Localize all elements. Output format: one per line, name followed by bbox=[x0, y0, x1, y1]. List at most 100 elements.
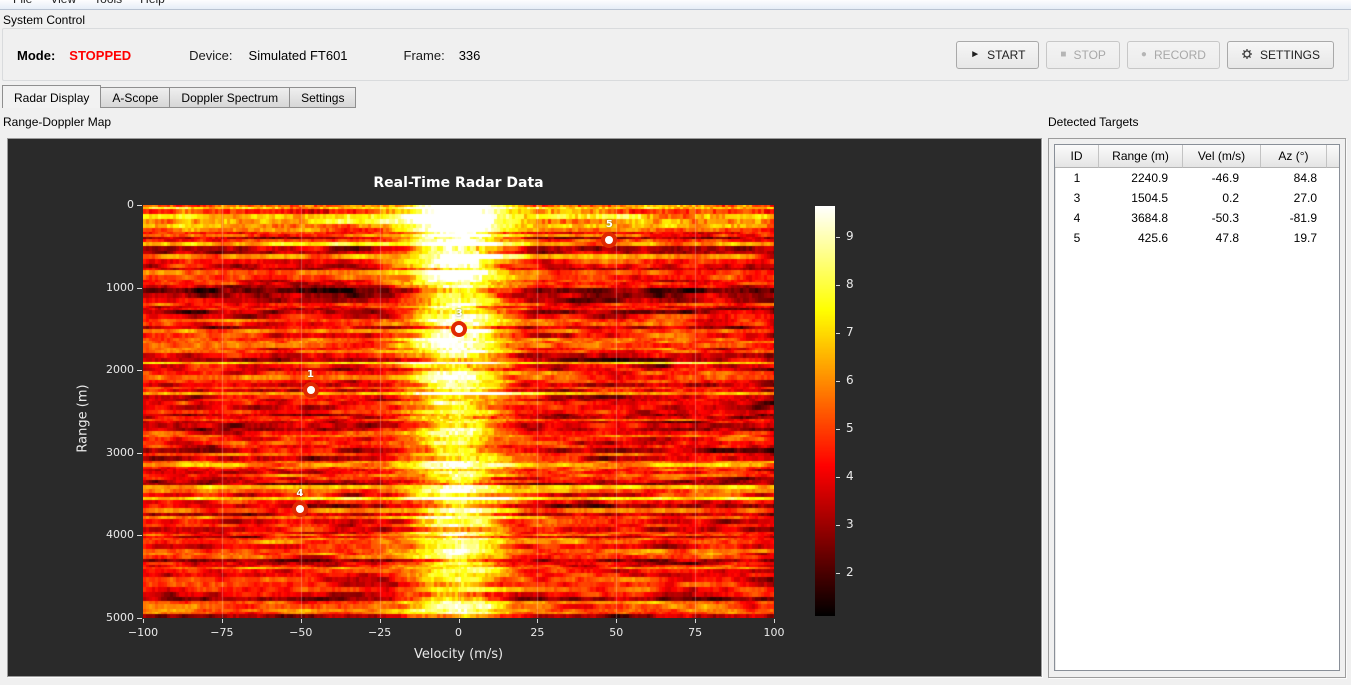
y-tick-mark bbox=[137, 618, 142, 619]
column-header-2[interactable]: Vel (m/s) bbox=[1183, 145, 1261, 168]
target-marker-1 bbox=[302, 382, 319, 399]
colorbar-tick-label: 8 bbox=[846, 277, 854, 292]
y-tick-label: 5000 bbox=[106, 611, 134, 624]
tab-settings[interactable]: Settings bbox=[289, 87, 357, 108]
colorbar-tick-mark bbox=[836, 237, 840, 239]
cell: 84.8 bbox=[1293, 171, 1317, 185]
cell: -46.9 bbox=[1211, 171, 1239, 185]
colorbar-tick-mark bbox=[836, 476, 840, 478]
targets-table-body: 1 2240.9 -46.9 84.8 3 1504.5 0.2 27.0 4 3684.8 -50… bbox=[1055, 168, 1339, 248]
system-control-group: Mode: STOPPED Device: Simulated FT601 Fr… bbox=[2, 28, 1349, 81]
device-label: Device: bbox=[189, 48, 233, 63]
control-buttons: ► START ■ STOP ● RECORD SETTINGS bbox=[956, 41, 1334, 69]
x-tick-label: −100 bbox=[127, 626, 159, 639]
colorbar-tick-mark bbox=[836, 428, 840, 430]
mode-label: Mode: bbox=[17, 48, 56, 63]
tab-doppler-spectrum[interactable]: Doppler Spectrum bbox=[169, 87, 291, 108]
x-tick-mark bbox=[695, 619, 697, 623]
colorbar-tick-label: 7 bbox=[846, 325, 854, 340]
y-tick-mark bbox=[137, 535, 142, 537]
y-tick-mark bbox=[137, 287, 142, 289]
y-tick-label: 1000 bbox=[106, 280, 134, 294]
target-label-4: 4 bbox=[296, 488, 304, 500]
record-button: ● RECORD bbox=[1126, 41, 1220, 69]
detected-targets-panel: ID Range (m) Vel (m/s) Az (°) 1 2240.9 -46.9 8… bbox=[1048, 138, 1346, 678]
x-tick-mark bbox=[300, 619, 302, 623]
colorbar-tick-mark bbox=[836, 333, 840, 335]
x-tick-label: −50 bbox=[289, 626, 313, 639]
cell: -81.9 bbox=[1289, 211, 1317, 225]
menu-tools[interactable]: Tools bbox=[85, 0, 131, 7]
y-tick-label: 3000 bbox=[106, 445, 134, 459]
menu-bar: FileViewToolsHelp bbox=[0, 0, 1351, 10]
x-tick-mark bbox=[379, 619, 381, 623]
table-row[interactable]: 4 3684.8 -50.3 -81.9 bbox=[1055, 208, 1339, 228]
detected-targets-label: Detected Targets bbox=[1048, 115, 1139, 129]
table-row[interactable]: 1 2240.9 -46.9 84.8 bbox=[1055, 168, 1339, 188]
colorbar-tick-mark bbox=[836, 285, 840, 287]
colorbar-tick-mark bbox=[836, 572, 840, 574]
x-tick-label: 25 bbox=[530, 626, 545, 639]
column-header-1[interactable]: Range (m) bbox=[1099, 145, 1183, 168]
colorbar-tick-label: 9 bbox=[846, 229, 854, 244]
cell: 2240.9 bbox=[1131, 171, 1168, 185]
column-header-filler bbox=[1327, 145, 1339, 168]
x-tick-label: 75 bbox=[688, 626, 703, 639]
system-control-title: System Control bbox=[3, 13, 86, 27]
mode-value: STOPPED bbox=[69, 48, 132, 63]
colorbar-tick-label: 5 bbox=[846, 420, 854, 435]
menu-file[interactable]: File bbox=[4, 0, 41, 7]
y-tick-mark bbox=[137, 370, 142, 372]
range-doppler-map-label: Range-Doppler Map bbox=[3, 115, 112, 129]
menu-view[interactable]: View bbox=[41, 0, 85, 7]
heatmap-canvas bbox=[143, 205, 774, 618]
start-button[interactable]: ► START bbox=[956, 41, 1040, 69]
button-label: STOP bbox=[1073, 48, 1106, 62]
cell: 3 bbox=[1073, 191, 1081, 205]
x-tick-mark bbox=[221, 619, 223, 623]
colorbar-tick-label: 3 bbox=[846, 516, 854, 531]
x-tick-mark bbox=[537, 619, 539, 623]
cell: 47.8 bbox=[1215, 231, 1239, 245]
x-tick-label: −25 bbox=[368, 626, 392, 639]
plot-title: Real-Time Radar Data bbox=[373, 175, 544, 191]
record-icon: ● bbox=[1140, 49, 1147, 60]
frame-label: Frame: bbox=[403, 48, 445, 63]
stop-button: ■ STOP bbox=[1046, 41, 1120, 69]
table-row[interactable]: 5 425.6 47.8 19.7 bbox=[1055, 228, 1339, 248]
stop-icon: ■ bbox=[1060, 49, 1067, 60]
x-tick-label: 100 bbox=[763, 626, 785, 639]
tab-a-scope[interactable]: A-Scope bbox=[100, 87, 171, 108]
x-tick-mark bbox=[143, 619, 144, 623]
colorbar-tick-label: 6 bbox=[846, 373, 854, 388]
targets-table-header: ID Range (m) Vel (m/s) Az (°) bbox=[1055, 145, 1339, 168]
cell: 425.6 bbox=[1137, 231, 1168, 245]
button-label: SETTINGS bbox=[1259, 48, 1320, 62]
y-tick-label: 2000 bbox=[106, 363, 134, 377]
x-tick-label: −75 bbox=[210, 626, 234, 639]
cell: 3684.8 bbox=[1131, 211, 1168, 225]
frame-value: 336 bbox=[458, 48, 481, 63]
cell: 1 bbox=[1073, 171, 1081, 185]
y-tick-label: 4000 bbox=[106, 528, 134, 542]
column-header-3[interactable]: Az (°) bbox=[1261, 145, 1327, 168]
tab-radar-display[interactable]: Radar Display bbox=[2, 85, 102, 108]
gear-icon bbox=[1241, 48, 1253, 63]
x-axis-label: Velocity (m/s) bbox=[413, 647, 504, 662]
colorbar bbox=[815, 206, 835, 616]
colorbar-tick-label: 4 bbox=[846, 468, 854, 483]
play-icon: ► bbox=[970, 49, 981, 60]
cell: 5 bbox=[1073, 231, 1081, 245]
x-tick-label: 50 bbox=[609, 626, 624, 639]
colorbar-tick-mark bbox=[836, 381, 840, 383]
cell: 1504.5 bbox=[1131, 191, 1168, 205]
device-value: Simulated FT601 bbox=[248, 48, 348, 63]
colorbar-tick-label: 2 bbox=[846, 564, 854, 579]
tab-strip: Radar Display A-Scope Doppler Spectrum Sett… bbox=[2, 85, 357, 108]
colorbar-tick-mark bbox=[836, 524, 840, 526]
column-header-0[interactable]: ID bbox=[1055, 145, 1099, 168]
table-row[interactable]: 3 1504.5 0.2 27.0 bbox=[1055, 188, 1339, 208]
menu-help[interactable]: Help bbox=[131, 0, 174, 7]
settings-button[interactable]: SETTINGS bbox=[1226, 41, 1334, 69]
targets-table: ID Range (m) Vel (m/s) Az (°) 1 2240.9 -46.9 8… bbox=[1054, 144, 1340, 671]
